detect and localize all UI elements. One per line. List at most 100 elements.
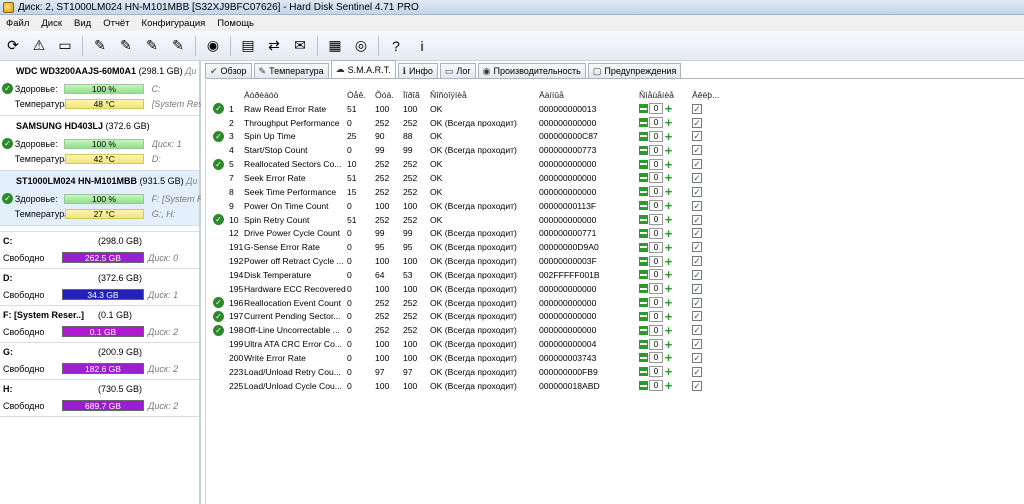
minus-icon[interactable] (639, 118, 648, 128)
minus-icon[interactable] (639, 159, 648, 169)
enabled-checkbox[interactable]: ✓ (692, 214, 702, 225)
volume-item[interactable]: C: (298.0 GB) Свободно 262.5 GB Диск: 0 (0, 232, 199, 269)
header-raw[interactable]: Äàííûå (539, 88, 639, 102)
smart-row[interactable]: 194 Disk Temperature 0 64 53 OK (Всегда прохо… (213, 268, 722, 282)
chart-icon[interactable]: ▦ (324, 35, 346, 57)
offset-value[interactable]: 0 (649, 144, 663, 156)
disc-icon[interactable]: ◎ (350, 35, 372, 57)
enabled-checkbox[interactable]: ✓ (692, 200, 702, 211)
minus-icon[interactable] (639, 311, 648, 321)
offset-value[interactable]: 0 (649, 310, 663, 322)
smart-row[interactable]: 192 Power off Retract Cycle ... 0 100 100 OK … (213, 254, 722, 268)
volume-item[interactable]: H: (730.5 GB) Свободно 689.7 GB Диск: 2 (0, 380, 199, 417)
enabled-checkbox[interactable]: ✓ (692, 325, 702, 336)
minus-icon[interactable] (639, 173, 648, 183)
plus-icon[interactable]: + (664, 199, 673, 212)
plus-icon[interactable]: + (664, 213, 673, 226)
menu-item[interactable]: Конфигурация (136, 18, 212, 29)
smart-row[interactable]: 2 Throughput Performance 0 252 252 OK (Всегда… (213, 116, 722, 130)
plus-icon[interactable]: + (664, 365, 673, 378)
menu-item[interactable]: Помощь (211, 18, 260, 29)
tab-log[interactable]: ▭ Лог (439, 63, 476, 78)
offset-value[interactable]: 0 (649, 255, 663, 267)
header-current[interactable]: Òåê. (347, 88, 375, 102)
globe-icon[interactable]: ◉ (202, 35, 224, 57)
menu-item[interactable]: Вид (68, 18, 97, 29)
offset-value[interactable]: 0 (649, 380, 663, 392)
smart-row[interactable]: 225 Load/Unload Cycle Cou... 0 100 100 OK (Вс… (213, 379, 722, 393)
minus-icon[interactable] (639, 131, 648, 141)
enabled-checkbox[interactable]: ✓ (692, 352, 702, 363)
smart-row[interactable]: 8 Seek Time Performance 15 252 252 OK 00000000… (213, 185, 722, 199)
offset-value[interactable]: 0 (649, 338, 663, 350)
volume-item[interactable]: G: (200.9 GB) Свободно 182.6 GB Диск: 2 (0, 343, 199, 380)
enabled-checkbox[interactable]: ✓ (692, 256, 702, 267)
tab-thermometer[interactable]: ✎ Температура (253, 63, 329, 78)
plus-icon[interactable]: + (664, 296, 673, 309)
plus-icon[interactable]: + (664, 241, 673, 254)
smart-row[interactable]: 4 Start/Stop Count 0 99 99 OK (Всегда проходи… (213, 143, 722, 157)
minus-icon[interactable] (639, 367, 648, 377)
minus-icon[interactable] (639, 242, 648, 252)
smart-row[interactable]: 195 Hardware ECC Recovered 0 100 100 OK (Всег… (213, 282, 722, 296)
plus-icon[interactable]: + (664, 255, 673, 268)
header-threshold[interactable]: Ïîðîã (403, 88, 430, 102)
minus-icon[interactable] (639, 201, 648, 211)
header-status[interactable]: Ñîñòîÿíèå (430, 88, 539, 102)
plus-icon[interactable]: + (664, 268, 673, 281)
minus-icon[interactable] (639, 325, 648, 335)
offset-value[interactable]: 0 (649, 172, 663, 184)
offset-value[interactable]: 0 (649, 103, 663, 115)
email-icon[interactable]: ✉ (289, 35, 311, 57)
menu-item[interactable]: Файл (0, 18, 35, 29)
smart-row[interactable]: ✓ 198 Off-Line Uncorrectable ... 0 252 252 OK … (213, 323, 722, 337)
plus-icon[interactable]: + (664, 185, 673, 198)
header-enabled[interactable]: Âêëþ... (692, 88, 722, 102)
plus-icon[interactable]: + (664, 324, 673, 337)
smart-row[interactable]: 199 Ultra ATA CRC Error Co... 0 100 100 OK (В… (213, 337, 722, 351)
minus-icon[interactable] (639, 339, 648, 349)
header-attribute[interactable]: Àòðèáóò (244, 88, 347, 102)
enabled-checkbox[interactable]: ✓ (692, 297, 702, 308)
offset-value[interactable]: 0 (649, 366, 663, 378)
minus-icon[interactable] (639, 270, 648, 280)
smart-row[interactable]: ✓ 196 Reallocation Event Count 0 252 252 OK (В… (213, 296, 722, 310)
offset-value[interactable]: 0 (649, 324, 663, 336)
menu-item[interactable]: Отчёт (97, 18, 135, 29)
warning-icon[interactable]: ⚠ (28, 35, 50, 57)
enabled-checkbox[interactable]: ✓ (692, 103, 702, 114)
enabled-checkbox[interactable]: ✓ (692, 172, 702, 183)
plus-icon[interactable]: + (664, 227, 673, 240)
disk-item[interactable]: ST1000LM024 HN-M101MBB (931.5 GB) Ди ✓ Здо… (0, 171, 201, 226)
drive-tool-icon[interactable]: ✎ (89, 35, 111, 57)
minus-icon[interactable] (639, 145, 648, 155)
tab-warnings[interactable]: ▢ Предупреждения (587, 63, 682, 78)
offset-value[interactable]: 0 (649, 117, 663, 129)
refresh-icon[interactable]: ⟳ (2, 35, 24, 57)
transfer-icon[interactable]: ⇄ (263, 35, 285, 57)
offset-value[interactable]: 0 (649, 297, 663, 309)
tab-info[interactable]: ℹ Инфо (397, 63, 438, 78)
plus-icon[interactable]: + (664, 144, 673, 157)
plus-icon[interactable]: + (664, 171, 673, 184)
smart-row[interactable]: ✓ 1 Raw Read Error Rate 51 100 100 OK 000000000… (213, 102, 722, 116)
disk-item[interactable]: SAMSUNG HD403LJ (372.6 GB) ✓ Здоровье: 100… (0, 116, 199, 171)
minus-icon[interactable] (639, 187, 648, 197)
volume-item[interactable]: D: (372.6 GB) Свободно 34.3 GB Диск: 1 (0, 269, 199, 306)
enabled-checkbox[interactable]: ✓ (692, 159, 702, 170)
plus-icon[interactable]: + (664, 379, 673, 392)
disk-item[interactable]: WDC WD3200AAJS-60M0A1 (298.1 GB) Ди ✓ Здор… (0, 61, 201, 116)
drive-tool-icon[interactable]: ✎ (115, 35, 137, 57)
minus-icon[interactable] (639, 256, 648, 266)
offset-value[interactable]: 0 (649, 130, 663, 142)
offset-value[interactable]: 0 (649, 269, 663, 281)
tab-performance[interactable]: ◉ Производительность (477, 63, 586, 78)
offset-value[interactable]: 0 (649, 241, 663, 253)
offset-value[interactable]: 0 (649, 352, 663, 364)
report-icon[interactable]: ▤ (237, 35, 259, 57)
minus-icon[interactable] (639, 104, 648, 114)
enabled-checkbox[interactable]: ✓ (692, 228, 702, 239)
smart-row[interactable]: ✓ 197 Current Pending Sector... 0 252 252 OK (… (213, 310, 722, 324)
smart-row[interactable]: ✓ 3 Spin Up Time 25 90 88 OK 000000000C87 0 + ✓ (213, 130, 722, 144)
plus-icon[interactable]: + (664, 338, 673, 351)
